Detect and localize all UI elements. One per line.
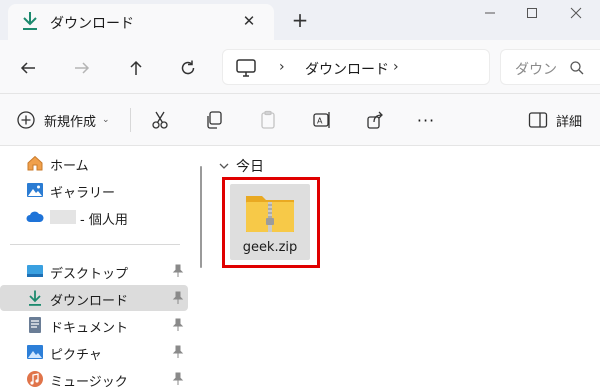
plus-circle-icon [17, 111, 35, 129]
pin-icon [172, 264, 184, 277]
more-options-button[interactable]: ··· [414, 108, 438, 132]
breadcrumb-downloads[interactable]: ダウンロード [305, 59, 389, 79]
details-pane-button[interactable]: 詳細 [528, 108, 582, 132]
copy-icon [207, 111, 222, 129]
tab-title: ダウンロード [50, 16, 134, 32]
pin-icon [172, 372, 184, 385]
pictures-icon [27, 345, 43, 359]
download-icon [23, 12, 37, 30]
chevron-down-icon: ⌄ [102, 115, 110, 125]
refresh-icon [181, 60, 195, 75]
minimize-icon [485, 12, 495, 14]
search-placeholder: ダウン [515, 62, 557, 78]
chevron-down-icon [219, 163, 229, 169]
details-label: 詳細 [556, 114, 583, 130]
share-icon [367, 111, 383, 129]
search-icon [570, 61, 584, 75]
sidebar-item-desktop[interactable]: デスクトップ [0, 258, 188, 284]
sidebar-item-label: ギャラリー [50, 186, 116, 201]
new-label: 新規作成 [44, 114, 97, 130]
home-icon [27, 155, 43, 171]
pane-splitter[interactable] [200, 166, 202, 268]
sidebar-item-pictures[interactable]: ピクチャ [0, 339, 188, 365]
close-icon [570, 7, 582, 19]
command-bar: 新規作成 ⌄ A ··· 詳細 [0, 94, 600, 146]
sidebar-item-label: ドキュメント [50, 321, 129, 336]
back-button[interactable] [14, 54, 42, 82]
arrow-left-icon [20, 62, 35, 74]
new-button[interactable]: 新規作成 ⌄ [16, 108, 110, 132]
forward-button[interactable] [68, 54, 96, 82]
copy-button[interactable] [202, 108, 226, 132]
address-bar[interactable]: › ダウンロード › [222, 49, 490, 85]
sidebar-item-documents[interactable]: ドキュメント [0, 312, 188, 338]
arrow-right-icon [75, 62, 90, 74]
pin-icon [172, 291, 184, 304]
share-button[interactable] [364, 108, 388, 132]
sidebar-item-label: ダウンロード [50, 294, 129, 309]
minimize-button[interactable] [470, 0, 510, 26]
refresh-button[interactable] [174, 54, 202, 82]
toolbar-divider [130, 108, 131, 132]
pin-icon [172, 345, 184, 358]
tab-downloads[interactable]: ダウンロード ✕ [8, 4, 274, 40]
navigation-bar: › ダウンロード › ダウン [0, 40, 600, 94]
svg-text:A: A [317, 117, 323, 126]
document-icon [29, 317, 41, 333]
navigation-pane: ホーム ギャラリー - 個人用 デスクトップ ダウンロード ドキュメント ピクチ… [0, 146, 196, 387]
group-header-today[interactable]: 今日 [218, 156, 264, 176]
cut-button[interactable] [148, 108, 172, 132]
search-input[interactable]: ダウン [500, 49, 600, 85]
sidebar-item-downloads[interactable]: ダウンロード [0, 285, 188, 311]
close-window-button[interactable] [556, 0, 596, 26]
group-label: 今日 [236, 159, 264, 175]
rename-button[interactable]: A [310, 108, 334, 132]
music-icon [27, 371, 43, 387]
sidebar-divider [10, 244, 180, 245]
tab-close-icon[interactable]: ✕ [238, 10, 260, 32]
paste-button[interactable] [256, 108, 280, 132]
gallery-icon [27, 183, 43, 197]
sidebar-item-label: デスクトップ [50, 267, 129, 282]
details-pane-icon [528, 112, 548, 128]
breadcrumb-separator[interactable]: › [279, 59, 285, 75]
breadcrumb-separator[interactable]: › [393, 59, 399, 75]
scissors-icon [152, 111, 168, 129]
download-icon [29, 290, 41, 306]
sidebar-item-label: - 個人用 [80, 213, 128, 228]
new-tab-button[interactable]: + [288, 8, 312, 32]
computer-icon [236, 59, 256, 77]
sidebar-item-home[interactable]: ホーム [0, 150, 188, 176]
clipboard-icon [261, 110, 275, 129]
maximize-button[interactable] [512, 0, 552, 26]
sidebar-item-music[interactable]: ミュージック [0, 366, 188, 387]
up-button[interactable] [122, 54, 150, 82]
sidebar-item-label: ピクチャ [50, 348, 102, 363]
cloud-icon [26, 211, 44, 222]
title-bar: ダウンロード ✕ + [0, 0, 600, 40]
rename-icon: A [313, 112, 330, 128]
sidebar-item-label: ミュージック [50, 375, 128, 387]
annotation-highlight-box [222, 177, 320, 268]
desktop-icon [27, 265, 43, 277]
redacted-account-name [50, 210, 76, 224]
sidebar-item-onedrive[interactable]: - 個人用 [0, 204, 188, 230]
maximize-icon [527, 8, 537, 18]
pin-icon [172, 318, 184, 331]
arrow-up-icon [130, 60, 142, 75]
sidebar-item-gallery[interactable]: ギャラリー [0, 177, 188, 203]
sidebar-item-label: ホーム [50, 159, 89, 174]
